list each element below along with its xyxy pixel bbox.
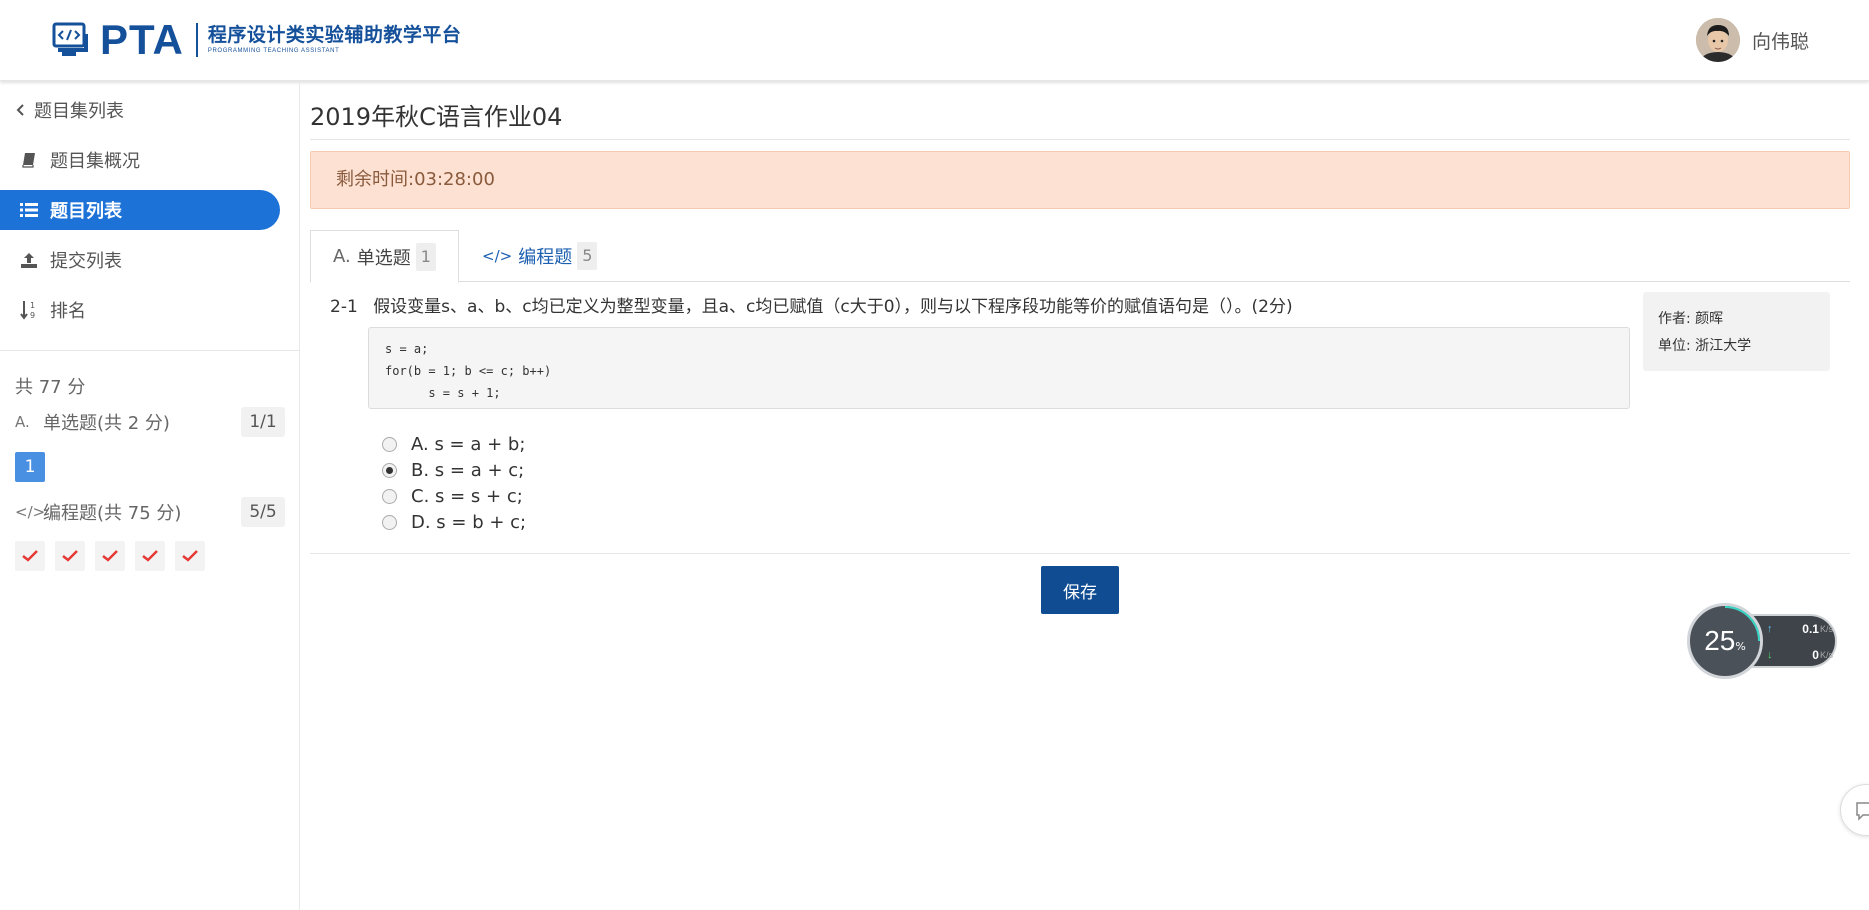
logo-subtitle: 程序设计类实验辅助教学平台 PROGRAMMING TEACHING ASSIS… <box>208 24 462 56</box>
sidebar-item-label: 题目集概况 <box>50 151 140 172</box>
book-icon <box>18 152 40 168</box>
memory-usage-circle: 25 % <box>1687 603 1763 679</box>
option-label: A. s = a + b; <box>411 433 526 455</box>
code-logo-icon <box>52 22 90 58</box>
svg-text:1: 1 <box>30 301 35 310</box>
question-box-completed[interactable] <box>135 541 165 571</box>
sidebar-item-overview[interactable]: 题目集概况 <box>0 140 280 180</box>
tab-label: 单选题 <box>356 247 411 269</box>
sidebar-item-problem-sets[interactable]: 题目集列表 <box>0 90 280 130</box>
main-content: 2019年秋C语言作业04 剩余时间:03:28:00 A. 单选题 1 </>… <box>310 81 1850 910</box>
programming-questions <box>15 541 285 571</box>
speed-unit: K/s <box>1819 624 1833 634</box>
sidebar-item-label: 排名 <box>50 301 86 322</box>
sidebar-item-label: 题目集列表 <box>34 101 124 122</box>
title-divider <box>310 139 1850 140</box>
question-text: 假设变量s、a、b、c均已定义为整型变量，且a、c均已赋值（c大于0），则与以下… <box>373 297 1293 317</box>
upload-icon <box>18 252 40 268</box>
radio-button[interactable] <box>382 436 397 452</box>
category-single-choice: A. 单选题(共 2 分) 1/1 <box>15 407 285 437</box>
code-snippet: s = a; for(b = 1; b <= c; b++) s = s + 1… <box>368 327 1630 409</box>
tab-label: 编程题 <box>518 247 573 268</box>
author-unit: 单位: 浙江大学 <box>1658 338 1752 354</box>
option-a[interactable]: A. s = a + b; <box>382 431 526 457</box>
network-speed-widget[interactable]: ↑ 0.1 K/s ↓ 0 K/s 25 % <box>1687 603 1837 679</box>
svg-text:9: 9 <box>30 311 35 320</box>
question-stem: 2-1 假设变量s、a、b、c均已定义为整型变量，且a、c均已赋值（c大于0），… <box>330 292 1293 317</box>
upload-value: 0.1 <box>1802 622 1819 636</box>
check-icon <box>182 550 198 562</box>
single-choice-icon: A. <box>333 246 351 267</box>
logo-divider <box>195 23 198 57</box>
category-count: 1/1 <box>241 407 285 437</box>
radio-button[interactable] <box>382 488 397 504</box>
code-icon: </> <box>15 503 46 521</box>
check-icon <box>22 550 38 562</box>
progress-arc-icon <box>1724 606 1760 642</box>
logo-subtitle-en: PROGRAMMING TEACHING ASSISTANT <box>207 48 340 54</box>
logo-text: PTA <box>100 16 184 63</box>
question-type-tabs: A. 单选题 1 </> 编程题 5 <box>310 230 1850 283</box>
sidebar-item-ranking[interactable]: 1 9 排名 <box>0 290 280 330</box>
question-number: 2-1 <box>330 297 358 317</box>
sidebar-divider <box>0 350 300 351</box>
download-speed: ↓ 0 K/s <box>1767 646 1833 664</box>
single-choice-questions: 1 <box>15 452 285 482</box>
save-button[interactable]: 保存 <box>1041 566 1119 614</box>
option-c[interactable]: C. s = s + c; <box>382 483 526 509</box>
radio-button-selected[interactable] <box>382 462 397 478</box>
pta-logo[interactable]: PTA 程序设计类实验辅助教学平台 PROGRAMMING TEACHING A… <box>52 16 462 63</box>
sort-numeric-icon: 1 9 <box>18 300 40 320</box>
total-score: 共 77 分 <box>15 377 86 398</box>
category-label: 编程题(共 75 分) <box>43 503 182 524</box>
top-header: PTA 程序设计类实验辅助教学平台 PROGRAMMING TEACHING A… <box>0 0 1869 81</box>
question-box-completed[interactable] <box>95 541 125 571</box>
category-programming: </> 编程题(共 75 分) 5/5 <box>15 497 285 527</box>
check-icon <box>62 550 78 562</box>
download-value: 0 <box>1812 648 1819 662</box>
check-icon <box>142 550 158 562</box>
upload-speed: ↑ 0.1 K/s <box>1767 620 1833 638</box>
download-arrow-icon: ↓ <box>1767 649 1773 661</box>
tab-count-badge: 1 <box>415 242 436 271</box>
chevron-left-icon <box>14 104 28 116</box>
category-label: 单选题(共 2 分) <box>43 413 170 434</box>
username[interactable]: 向伟聪 <box>1752 27 1809 54</box>
option-b[interactable]: B. s = a + c; <box>382 457 526 483</box>
author-name: 作者: 颜晖 <box>1658 311 1724 327</box>
sidebar-item-problem-list[interactable]: 题目列表 <box>0 190 280 230</box>
single-choice-icon: A. <box>15 413 30 431</box>
sidebar-item-submissions[interactable]: 提交列表 <box>0 240 280 280</box>
radio-button[interactable] <box>382 514 397 530</box>
logo-subtitle-cn: 程序设计类实验辅助教学平台 <box>207 24 462 46</box>
content-divider <box>310 553 1850 554</box>
question-box[interactable]: 1 <box>15 452 45 482</box>
option-label: B. s = a + c; <box>411 459 525 481</box>
avatar[interactable] <box>1695 18 1740 62</box>
tab-single-choice[interactable]: A. 单选题 1 <box>310 230 459 283</box>
question-box-completed[interactable] <box>175 541 205 571</box>
option-label: C. s = s + c; <box>411 485 523 507</box>
sidebar-item-label: 题目列表 <box>50 201 122 222</box>
answer-options: A. s = a + b; B. s = a + c; C. s = s + c… <box>382 431 526 535</box>
category-count: 5/5 <box>241 497 285 527</box>
option-d[interactable]: D. s = b + c; <box>382 509 526 535</box>
tab-count-badge: 5 <box>577 242 598 270</box>
author-info: 作者: 颜晖 单位: 浙江大学 <box>1643 292 1830 371</box>
feedback-icon <box>1856 802 1869 821</box>
sidebar: 题目集列表 题目集概况 题目列表 提交列表 1 9 排名 共 77 分 A. 单… <box>0 81 300 910</box>
list-icon <box>18 203 40 217</box>
speed-unit: K/s <box>1819 650 1833 660</box>
upload-arrow-icon: ↑ <box>1767 623 1773 635</box>
question-box-completed[interactable] <box>15 541 45 571</box>
countdown-timer: 剩余时间:03:28:00 <box>310 151 1850 209</box>
option-label: D. s = b + c; <box>411 511 527 533</box>
question-box-completed[interactable] <box>55 541 85 571</box>
sidebar-item-label: 提交列表 <box>50 251 122 272</box>
tab-programming[interactable]: </> 编程题 5 <box>460 230 619 282</box>
user-menu[interactable]: 向伟聪 <box>1695 18 1809 62</box>
code-icon: </> <box>482 247 513 265</box>
page-title: 2019年秋C语言作业04 <box>310 103 563 131</box>
check-icon <box>102 550 118 562</box>
